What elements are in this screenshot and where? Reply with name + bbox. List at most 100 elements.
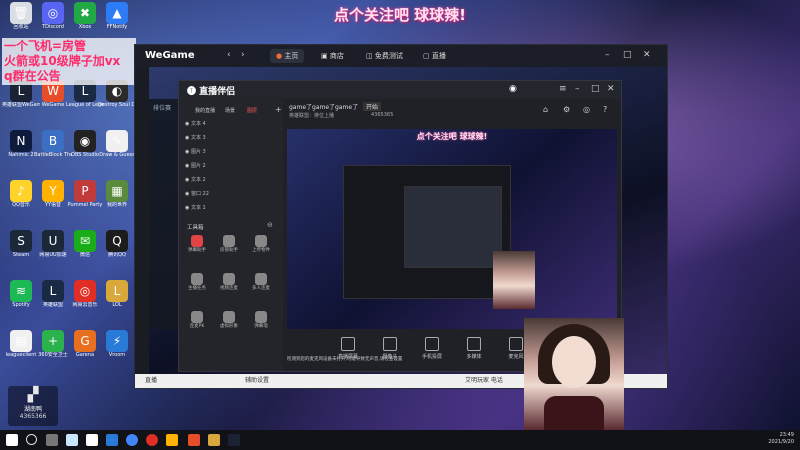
netease-music-icon[interactable] [146,434,158,446]
tab-store[interactable]: ▣ 商店 [315,49,350,63]
taskbar-app-2-icon[interactable] [86,434,98,446]
eye-icon[interactable]: ◉ [185,149,189,155]
app-label: FFNotify [106,24,128,30]
layer-item[interactable]: ◉ 图片 3 [185,147,277,158]
zhibo-titlebar: 🅣 直播伴侣 ◉ ≡ – □ ✕ [179,81,621,99]
tool-label: 上传物件 [252,248,270,253]
layer-item[interactable]: ◉ 图片 2 [185,161,277,172]
overlay-message: 一个飞机=房管 火箭或10级牌子加vx q群在公告 [2,38,136,85]
tool-label: 弹幕墙 [254,324,268,329]
desktop-icon[interactable]: ▲ FFNotify [98,2,136,31]
app-icon: ▤ [10,330,32,352]
layer-label: 文本 4 [190,121,206,127]
add-layer-icon[interactable]: + [275,105,282,114]
app-icon: N [10,130,32,152]
eye-icon[interactable]: ◉ [185,121,189,127]
tab-live[interactable]: ▢ 直播 [417,49,452,63]
app-icon: ◉ [74,130,96,152]
back-arrow-icon[interactable]: ‹ [227,50,231,60]
eye-icon[interactable]: ◉ [185,205,189,211]
tool-label: 多人连麦 [252,286,270,291]
desktop-icon[interactable]: ▦ 我的世界 [98,180,136,209]
tool-button[interactable]: 房管助手 [217,235,241,253]
assist-settings-link[interactable]: 辅助设置 [245,374,269,388]
app-icon: P [74,180,96,202]
taskbar-app-3-icon[interactable] [106,434,118,446]
tool-icon [223,311,235,323]
layer-item[interactable]: ◉ 文本 3 [185,133,277,144]
tool-icon [223,273,235,285]
taskbar-app-1-icon[interactable] [66,434,78,446]
file-explorer-icon[interactable] [166,434,178,446]
eye-icon[interactable]: ◉ [185,191,189,197]
tool-button[interactable]: 视频连麦 [217,273,241,291]
close-icon[interactable]: ✕ [643,50,651,60]
app-icon: ≋ [10,280,32,302]
tool-label: 虚拟形象 [220,324,238,329]
wegame-logo: WeGame [145,50,195,61]
tool-icon [191,311,203,323]
settings-icon[interactable]: ⚙ [563,105,570,114]
gift-icon[interactable]: ⌂ [543,105,548,114]
live-badge[interactable]: 开始 [363,102,382,111]
layer-item[interactable]: ◉ 文本 2 [185,175,277,186]
chrome-icon[interactable] [126,434,138,446]
app-icon: B [42,130,64,152]
start-icon[interactable] [6,434,18,446]
forward-arrow-icon[interactable]: › [241,50,245,60]
taskbar: 23:49 2021/9/20 [0,430,800,450]
tab-test[interactable]: ◫ 免费测试 [360,49,409,63]
zhibo-taskbar-icon[interactable] [228,434,240,446]
app-icon: ▲ [106,2,128,24]
toolbox-label: 工具箱 [187,225,204,231]
eye-icon[interactable]: ◉ [185,177,189,183]
maximize-icon[interactable]: □ [623,50,632,60]
desktop-icon[interactable]: Q 腾讯QQ [98,230,136,259]
close-icon[interactable]: ✕ [607,84,615,94]
toolbox-more-icon[interactable]: ⊖ [267,221,273,229]
tab-layers[interactable]: 图层 [247,107,257,114]
wegame-taskbar-icon[interactable] [188,434,200,446]
layer-item[interactable]: ◉ 文本 1 [185,203,277,214]
tab-my-live[interactable]: 我的直播 [195,107,215,114]
maximize-icon[interactable]: □ [591,84,600,94]
eye-icon[interactable]: ◉ [185,163,189,169]
layer-item[interactable]: ◉ 窗口 22 [185,189,277,200]
tool-icon [255,273,267,285]
overlay-line-1: 一个飞机=房管 [4,39,87,53]
search-icon[interactable] [26,434,37,445]
clock[interactable]: 23:49 2021/9/20 [768,432,794,446]
eye-icon[interactable]: ◉ [185,135,189,141]
tool-button[interactable]: 弹幕助手 [185,235,209,253]
tab-scene[interactable]: 场景 [225,107,235,114]
lol-taskbar-icon[interactable] [208,434,220,446]
desktop-icon[interactable]: L LOL [98,280,136,309]
webcam-face [552,336,596,388]
tool-icon [191,235,203,247]
tool-button[interactable]: 上传物件 [249,235,273,253]
tab-home[interactable]: ● 主页 [270,49,305,63]
layer-item[interactable]: ◉ 文本 4 [185,119,277,130]
app-icon: G [74,330,96,352]
stream-preview: 点个关注吧 球球辣! [287,129,617,329]
clock-time: 23:49 [779,432,794,438]
desktop-icon[interactable]: ✎ Draw & Guess [98,130,136,159]
tool-button[interactable]: 多人连麦 [249,273,273,291]
menu-icon[interactable]: ≡ [559,84,567,94]
test-icon: ◫ [366,52,373,60]
app-icon: ⚡ [106,330,128,352]
minimize-icon[interactable]: – [605,50,610,60]
tool-label: 主播任务 [188,286,206,291]
app-icon: ▦ [106,180,128,202]
tool-button[interactable]: 连麦PK [185,311,209,329]
task-view-icon[interactable] [46,434,58,446]
help-icon[interactable]: ? [603,105,607,114]
record-icon[interactable]: ◎ [583,105,590,114]
avatar[interactable]: ◉ [509,84,517,94]
tool-button[interactable]: 主播任务 [185,273,209,291]
minimize-icon[interactable]: – [575,84,580,94]
tool-button[interactable]: 弹幕墙 [249,311,273,329]
tool-button[interactable]: 虚拟形象 [217,311,241,329]
app-icon: ♪ [10,180,32,202]
desktop-icon[interactable]: ⚡ Vroom [98,330,136,359]
